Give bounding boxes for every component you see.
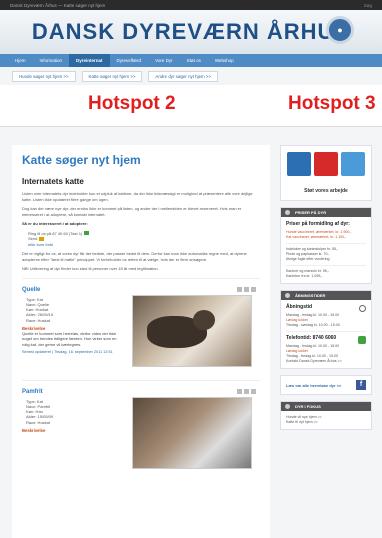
mail-icon[interactable] bbox=[39, 236, 45, 241]
facebook-text[interactable]: Læs om alle herreløse dyr >> bbox=[286, 383, 341, 388]
nav-item-support[interactable]: Støt os bbox=[180, 54, 208, 67]
cat-photo[interactable] bbox=[132, 294, 252, 367]
hours-header: ÅBNINGSTIDER bbox=[281, 291, 371, 300]
payment-cards bbox=[287, 152, 365, 176]
intro-paragraph: Listen over internatets dyr indeholder k… bbox=[22, 191, 253, 202]
visa-icon[interactable] bbox=[287, 152, 311, 176]
cat-listing: Quelle Type: Kat Navn: Quelle Køn: Hunka… bbox=[22, 277, 260, 374]
site-header: DANSK DYREVÆRN ÅRHUS ● bbox=[0, 10, 382, 54]
clock-icon bbox=[359, 305, 366, 312]
hotspot-3[interactable]: Hotspot 3 bbox=[288, 93, 376, 115]
hours-line: Lørdag lukket bbox=[286, 349, 308, 353]
email-icon[interactable] bbox=[251, 388, 256, 394]
visit-link[interactable]: eller kom forbi bbox=[28, 242, 53, 247]
hotspot-banner: Hotspot 2 Hotspot 3 bbox=[0, 85, 382, 127]
nav-item-welfare[interactable]: Dyrevelfærd bbox=[110, 54, 149, 67]
page-title: Katte søger nyt hjem bbox=[22, 153, 141, 167]
sub-nav: Hunde søger nyt hjem >> Katte søger nyt … bbox=[0, 67, 382, 85]
price-line: Øvrige fugle efter vurdering bbox=[286, 257, 330, 261]
cat-updated: Senest opdateret | Tirsdag, 16. septembe… bbox=[22, 349, 113, 354]
subnav-dogs[interactable]: Hunde søger nyt hjem >> bbox=[12, 70, 76, 82]
pdf-icon[interactable] bbox=[237, 388, 242, 394]
list-item: eller kom forbi bbox=[28, 242, 260, 248]
nav-item-webshop[interactable]: Webshop bbox=[208, 54, 241, 67]
phone-text: Ring til os på 87 40 60 (Tast 1) bbox=[28, 230, 83, 236]
info-paragraph: Dog kan der være nye dyr, der endnu ikke… bbox=[22, 206, 242, 217]
facebook-icon[interactable]: f bbox=[356, 380, 366, 390]
facebook-box[interactable]: Læs om alle herreløse dyr >> f bbox=[280, 375, 372, 395]
listing-tools bbox=[237, 286, 256, 292]
nb-paragraph: NB! Udlevering af dyr finder kun sted ti… bbox=[22, 266, 159, 271]
price-line: Hunde vaccineret, øremærket, kr. 1.900,- bbox=[286, 230, 352, 234]
hours-box: ÅBNINGSTIDER Åbningstid Mandag - fredag … bbox=[280, 290, 372, 369]
send-text: Send bbox=[28, 236, 38, 241]
phone-icon bbox=[84, 231, 90, 236]
nav-item-home[interactable]: Hjem bbox=[8, 54, 33, 67]
cat-name[interactable]: Quelle bbox=[22, 287, 260, 293]
site-logo-text[interactable]: DANSK DYREVÆRN ÅRHUS bbox=[32, 19, 350, 45]
subnav-other[interactable]: Andre dyr søger nyt hjem >> bbox=[148, 70, 219, 82]
price-line: Kat vaccineret, øremærket, kr. 1.100,- bbox=[286, 235, 347, 239]
phone-icon bbox=[358, 335, 366, 344]
topbar-text: Dansk Dyreværn Århus — Katte søger nyt h… bbox=[10, 2, 106, 8]
contact-list: Ring til os på 87 40 60 (Tast 1) Send el… bbox=[28, 231, 260, 248]
contact-link[interactable]: Kontakt Dansk Dyreværn Århus >> bbox=[286, 359, 366, 364]
browser-topbar: Dansk Dyreværn Århus — Katte søger nyt h… bbox=[0, 0, 382, 10]
prices-box: PRISER PÅ DYR Priser på formidling af dy… bbox=[280, 207, 372, 284]
cat-head-shape bbox=[193, 309, 215, 330]
focus-link[interactable]: Katte til nyt hjem >> bbox=[286, 420, 366, 425]
main-nav: Hjem Information Dyreinternat Dyrevelfær… bbox=[0, 54, 382, 67]
price-line: Kaninbur fra kr. 1.095,- bbox=[286, 274, 323, 278]
nav-item-shelter[interactable]: Dyreinternat bbox=[69, 54, 110, 67]
print-icon[interactable] bbox=[244, 286, 249, 292]
hours-line: Lørdag lukket bbox=[286, 318, 308, 322]
phone-title: Telefontid: 8740 6060 bbox=[286, 335, 337, 341]
topbar-search[interactable]: Søg bbox=[364, 3, 372, 8]
pdf-icon[interactable] bbox=[237, 286, 242, 292]
prices-title: Priser på formidling af dyr: bbox=[286, 221, 350, 227]
cat-description: Quelle er kommet som herreløs, derfor vi… bbox=[22, 330, 117, 347]
cat-name[interactable]: Pamfrit bbox=[22, 389, 260, 395]
heart-icon[interactable] bbox=[341, 152, 365, 176]
focus-header: DYR I FOKUS bbox=[281, 402, 371, 411]
support-box[interactable]: Støt vores arbejde bbox=[280, 145, 372, 201]
main-content: Katte søger nyt hjem Internatets katte L… bbox=[12, 145, 270, 538]
policy-paragraph: Det er vigtigt for os, at vores dyr får … bbox=[22, 251, 247, 262]
hotspot-2[interactable]: Hotspot 2 bbox=[88, 93, 176, 115]
focus-box: DYR I FOKUS Hunde vil nye hjem >> Katte … bbox=[280, 401, 372, 430]
subnav-cats[interactable]: Katte søger nyt hjem >> bbox=[81, 70, 143, 82]
listing-tools bbox=[237, 388, 256, 394]
hours-title: Åbningstid bbox=[286, 304, 313, 310]
nav-item-our-animals[interactable]: Vore Dyr bbox=[148, 54, 180, 67]
prices-header: PRISER PÅ DYR bbox=[281, 208, 371, 217]
print-icon[interactable] bbox=[244, 388, 249, 394]
interest-heading: Så er du interesseret i at adoptere: bbox=[22, 221, 88, 226]
dankort-icon[interactable] bbox=[314, 152, 338, 176]
support-label[interactable]: Støt vores arbejde bbox=[281, 188, 371, 194]
sidebar: Støt vores arbejde PRISER PÅ DYR Priser … bbox=[280, 145, 372, 538]
section-title: Internatets katte bbox=[22, 177, 84, 186]
cat-photo[interactable] bbox=[132, 396, 252, 469]
nav-item-information[interactable]: Information bbox=[33, 54, 70, 67]
cat-listing: Pamfrit Type: Kat Navn: Pamfrit Køn: Han… bbox=[22, 379, 260, 476]
page: Dansk Dyreværn Århus — Katte søger nyt h… bbox=[0, 0, 382, 538]
hours-line: Tirsdag - søndag kl. 10.00 - 15.00 bbox=[286, 323, 340, 327]
dog-emblem-icon[interactable]: ● bbox=[326, 16, 354, 44]
email-icon[interactable] bbox=[251, 286, 256, 292]
